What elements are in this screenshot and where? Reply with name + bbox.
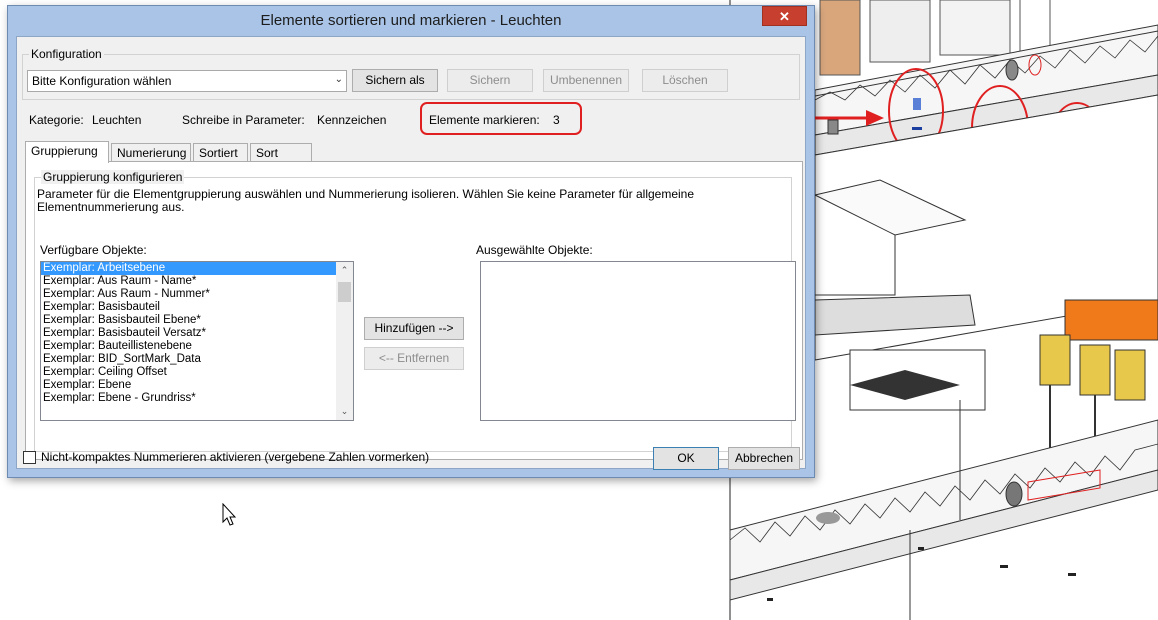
available-items: Exemplar: Arbeitsebene Exemplar: Aus Raum… [41, 262, 353, 405]
available-scrollbar[interactable]: ⌃ ⌄ [336, 262, 353, 420]
remove-button[interactable]: <-- Entfernen [364, 347, 464, 370]
dialog-title: Elemente sortieren und markieren - Leuch… [260, 12, 562, 29]
close-button[interactable]: ✕ [762, 6, 807, 26]
config-combo[interactable]: Bitte Konfiguration wählen ⌄ [27, 70, 347, 92]
non-compact-label: Nicht-kompaktes Nummerieren aktivieren (… [41, 450, 430, 464]
grouping-panel: Gruppierung konfigurieren Parameter für … [25, 161, 803, 460]
list-item[interactable]: Exemplar: BID_SortMark_Data [41, 353, 336, 366]
chevron-down-icon: ⌄ [334, 74, 343, 85]
list-item[interactable]: Exemplar: Arbeitsebene [41, 262, 336, 275]
save-as-button[interactable]: Sichern als [352, 69, 438, 92]
tab-sortiert[interactable]: Sortiert [193, 143, 248, 162]
save-button[interactable]: Sichern [447, 69, 533, 92]
scroll-up-icon[interactable]: ⌃ [336, 262, 353, 279]
scroll-down-icon[interactable]: ⌄ [336, 403, 353, 420]
list-item[interactable]: Exemplar: Basisbauteil Versatz* [41, 327, 336, 340]
scroll-thumb[interactable] [338, 282, 351, 302]
available-label: Verfügbare Objekte: [40, 243, 147, 257]
screen: Elemente sortieren und markieren - Leuch… [0, 0, 1158, 620]
category-label: Kategorie: [29, 113, 84, 127]
tab-sort-mark[interactable]: Sort Mark [250, 143, 312, 174]
selected-label: Ausgewählte Objekte: [476, 243, 593, 257]
list-item[interactable]: Exemplar: Bauteillistenebene [41, 340, 336, 353]
mouse-cursor-icon [222, 503, 237, 526]
sort-mark-dialog: Elemente sortieren und markieren - Leuch… [7, 5, 815, 478]
list-item[interactable]: Exemplar: Aus Raum - Name* [41, 275, 336, 288]
tab-gruppierung[interactable]: Gruppierung [25, 141, 109, 163]
config-legend: Konfiguration [29, 47, 104, 61]
delete-button[interactable]: Löschen [642, 69, 728, 92]
selected-list[interactable] [480, 261, 796, 421]
list-item[interactable]: Exemplar: Ebene [41, 379, 336, 392]
param-value: Kennzeichen [317, 113, 387, 127]
dialog-client: Konfiguration Bitte Konfiguration wählen… [16, 36, 806, 470]
ok-button[interactable]: OK [653, 447, 719, 470]
title-bar[interactable]: Elemente sortieren und markieren - Leuch… [8, 6, 814, 36]
annotation-box [420, 102, 582, 135]
list-item[interactable]: Exemplar: Basisbauteil [41, 301, 336, 314]
config-combo-value: Bitte Konfiguration wählen [32, 74, 172, 88]
category-value: Leuchten [92, 113, 142, 127]
add-button[interactable]: Hinzufügen --> [364, 317, 464, 340]
param-label: Schreibe in Parameter: [182, 113, 305, 127]
list-item[interactable]: Exemplar: Ebene - Grundriss* [41, 392, 336, 405]
rename-button[interactable]: Umbenennen [543, 69, 629, 92]
list-item[interactable]: Exemplar: Basisbauteil Ebene* [41, 314, 336, 327]
tab-numerierung[interactable]: Numerierung [111, 143, 191, 162]
list-item[interactable]: Exemplar: Ceiling Offset [41, 366, 336, 379]
list-item[interactable]: Exemplar: Aus Raum - Nummer* [41, 288, 336, 301]
grouping-description: Parameter für die Elementgruppierung aus… [37, 187, 695, 214]
non-compact-checkbox[interactable] [23, 451, 36, 464]
cancel-button[interactable]: Abbrechen [728, 447, 800, 470]
available-list[interactable]: Exemplar: Arbeitsebene Exemplar: Aus Raum… [40, 261, 354, 421]
grouping-legend: Gruppierung konfigurieren [41, 170, 185, 184]
